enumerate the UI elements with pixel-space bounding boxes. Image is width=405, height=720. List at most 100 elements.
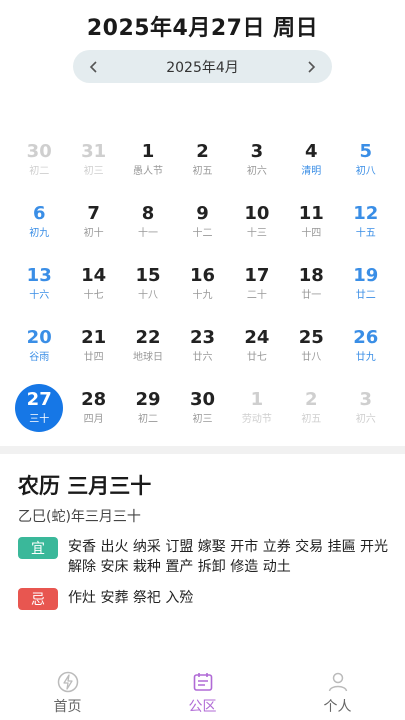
calendar-day[interactable]: 13 十六 xyxy=(12,259,66,321)
calendar-day[interactable]: 6 初九 xyxy=(12,197,66,259)
lunar-label: 清明 xyxy=(301,166,322,177)
calendar-day[interactable]: 16 十九 xyxy=(175,259,229,321)
day-number: 4 xyxy=(305,141,318,162)
calendar-week-row: 13 十六 14 十七 15 十八 16 十九 17 二十 18 廿一 19 廿二 xyxy=(12,259,393,321)
tab-public[interactable]: 公区 xyxy=(135,664,270,720)
calendar-grid: 30 初二 31 初三 1 愚人节 2 初五 3 初六 4 清明 5 初八 6 初九 7 初十 8 十一 9 十二 10 十三… xyxy=(12,135,393,445)
day-number: 11 xyxy=(298,203,324,224)
day-number: 7 xyxy=(87,203,100,224)
day-number: 9 xyxy=(196,203,209,224)
calendar-day[interactable]: 8 十一 xyxy=(121,197,175,259)
tab-home[interactable]: 首页 xyxy=(0,664,135,720)
lunar-label: 初三 xyxy=(192,414,213,425)
calendar-day[interactable]: 19 廿二 xyxy=(339,259,393,321)
ji-items: 作灶 安葬 祭祀 入殓 xyxy=(68,590,194,606)
month-label[interactable]: 2025年4月 xyxy=(166,57,239,77)
tab-profile-label: 个人 xyxy=(323,699,352,715)
ganzhi-date: 乙巳(蛇)年三月三十 xyxy=(18,509,141,525)
calendar-day[interactable]: 5 初八 xyxy=(339,135,393,197)
lunar-label: 劳动节 xyxy=(241,414,272,425)
day-number: 25 xyxy=(298,327,324,348)
calendar-week-row: 27 三十 28 四月 29 初二 30 初三 1 劳动节 2 初五 3 初六 xyxy=(12,383,393,445)
calendar-day-selected[interactable]: 27 三十 xyxy=(12,383,66,445)
lunar-label: 三十 xyxy=(29,414,50,425)
calendar-day[interactable]: 25 廿八 xyxy=(284,321,338,383)
calendar-day[interactable]: 1 劳动节 xyxy=(230,383,284,445)
calendar-day[interactable]: 23 廿六 xyxy=(175,321,229,383)
calendar-day[interactable]: 4 清明 xyxy=(284,135,338,197)
calendar-day[interactable]: 15 十八 xyxy=(121,259,175,321)
day-number: 3 xyxy=(359,389,372,410)
calendar-week-row: 30 初二 31 初三 1 愚人节 2 初五 3 初六 4 清明 5 初八 xyxy=(12,135,393,197)
lunar-label: 廿二 xyxy=(355,290,376,301)
lunar-label: 初八 xyxy=(355,166,376,177)
day-number: 10 xyxy=(244,203,270,224)
day-number: 8 xyxy=(141,203,155,224)
day-number: 22 xyxy=(135,327,161,348)
day-number: 15 xyxy=(135,265,161,286)
calendar-day[interactable]: 18 廿一 xyxy=(284,259,338,321)
calendar-day[interactable]: 3 初六 xyxy=(339,383,393,445)
calendar-day[interactable]: 21 廿四 xyxy=(66,321,120,383)
calendar-day[interactable]: 24 廿七 xyxy=(230,321,284,383)
prev-month-button[interactable] xyxy=(83,56,105,78)
calendar-day[interactable]: 30 初二 xyxy=(12,135,66,197)
day-number: 18 xyxy=(298,265,324,286)
day-number: 27 xyxy=(26,389,52,410)
lunar-label: 廿八 xyxy=(301,352,322,363)
tab-bar: 首页 公区 个人 xyxy=(0,664,405,720)
calendar-day[interactable]: 2 初五 xyxy=(284,383,338,445)
day-number: 13 xyxy=(26,265,52,286)
calendar-day[interactable]: 7 初十 xyxy=(66,197,120,259)
tab-public-label: 公区 xyxy=(188,699,217,715)
day-number: 20 xyxy=(26,327,52,348)
month-selector: 2025年4月 xyxy=(73,50,332,83)
calendar-day[interactable]: 3 初六 xyxy=(230,135,284,197)
lunar-label: 十七 xyxy=(83,290,104,301)
calendar-day[interactable]: 2 初五 xyxy=(175,135,229,197)
tab-profile[interactable]: 个人 xyxy=(270,664,405,720)
calendar-day[interactable]: 10 十三 xyxy=(230,197,284,259)
calendar-day[interactable]: 12 十五 xyxy=(339,197,393,259)
lunar-label: 愚人节 xyxy=(133,166,164,177)
lunar-label: 廿九 xyxy=(355,352,376,363)
lunar-label: 初五 xyxy=(301,414,322,425)
day-number: 2 xyxy=(196,141,209,162)
day-number: 31 xyxy=(81,141,107,162)
ji-tag: 忌 xyxy=(18,588,58,610)
calendar-day[interactable]: 26 廿九 xyxy=(339,321,393,383)
calendar-day[interactable]: 20 谷雨 xyxy=(12,321,66,383)
ji-section: 忌 作灶 安葬 祭祀 入殓 xyxy=(18,588,405,610)
lunar-label: 十六 xyxy=(29,290,50,301)
day-number: 19 xyxy=(353,265,379,286)
calendar-day[interactable]: 30 初三 xyxy=(175,383,229,445)
calendar-day[interactable]: 9 十二 xyxy=(175,197,229,259)
day-number: 28 xyxy=(81,389,107,410)
lunar-label: 廿四 xyxy=(83,352,104,363)
calendar-day[interactable]: 31 初三 xyxy=(66,135,120,197)
lunar-date: 农历 三月三十 xyxy=(18,474,152,498)
lunar-label: 地球日 xyxy=(133,352,164,363)
yi-items: 安香 出火 纳采 订盟 嫁娶 开市 立券 交易 挂匾 开光 解除 安床 栽种 置… xyxy=(68,539,389,575)
day-number: 26 xyxy=(353,327,379,348)
day-number: 30 xyxy=(26,141,52,162)
person-icon xyxy=(328,672,347,692)
day-number: 16 xyxy=(189,265,215,286)
calendar-week-row: 20 谷雨 21 廿四 22 地球日 23 廿六 24 廿七 25 廿八 26 廿九 xyxy=(12,321,393,383)
calendar-day[interactable]: 22 地球日 xyxy=(121,321,175,383)
lunar-label: 十五 xyxy=(355,228,376,239)
lunar-label: 十八 xyxy=(138,290,159,301)
lunar-label: 廿一 xyxy=(301,290,322,301)
day-number: 1 xyxy=(250,389,264,410)
calendar-day[interactable]: 1 愚人节 xyxy=(121,135,175,197)
calendar-day[interactable]: 28 四月 xyxy=(66,383,120,445)
lunar-label: 初六 xyxy=(246,166,267,177)
calendar-day[interactable]: 14 十七 xyxy=(66,259,120,321)
lunar-label: 十九 xyxy=(192,290,213,301)
calendar-day[interactable]: 17 二十 xyxy=(230,259,284,321)
calendar-day[interactable]: 29 初二 xyxy=(121,383,175,445)
day-number: 23 xyxy=(189,327,215,348)
calendar-day[interactable]: 11 十四 xyxy=(284,197,338,259)
next-month-button[interactable] xyxy=(300,56,322,78)
day-number: 5 xyxy=(359,141,372,162)
